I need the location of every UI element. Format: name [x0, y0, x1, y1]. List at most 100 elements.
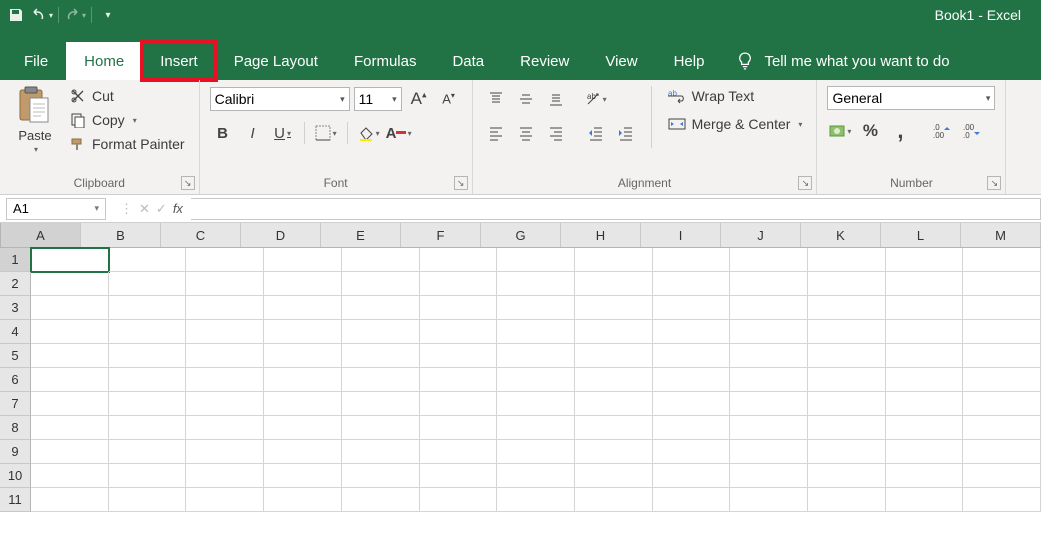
tab-formulas[interactable]: Formulas — [336, 42, 435, 80]
row-header[interactable]: 3 — [0, 296, 31, 320]
cell[interactable] — [264, 440, 342, 464]
font-color-button[interactable]: A ▾ — [386, 120, 412, 146]
cell[interactable] — [575, 344, 653, 368]
tab-insert[interactable]: Insert — [142, 42, 216, 80]
cell[interactable] — [497, 272, 575, 296]
cell[interactable] — [730, 248, 808, 272]
cell[interactable] — [31, 368, 109, 392]
number-format-combo[interactable]: General ▾ — [827, 86, 995, 110]
cell[interactable] — [420, 464, 498, 488]
cell[interactable] — [886, 440, 964, 464]
align-bottom-button[interactable] — [543, 86, 569, 112]
cell[interactable] — [497, 440, 575, 464]
cell[interactable] — [109, 272, 187, 296]
tab-page-layout[interactable]: Page Layout — [216, 42, 336, 80]
column-header[interactable]: J — [721, 223, 801, 247]
cell[interactable] — [653, 296, 731, 320]
cell[interactable] — [31, 248, 109, 272]
align-top-button[interactable] — [483, 86, 509, 112]
row-header[interactable]: 2 — [0, 272, 31, 296]
cell[interactable] — [575, 488, 653, 512]
cell[interactable] — [497, 296, 575, 320]
cell[interactable] — [186, 416, 264, 440]
orientation-button[interactable]: ab▾ — [583, 86, 609, 112]
name-box[interactable]: A1 ▾ — [6, 198, 106, 220]
cell[interactable] — [730, 320, 808, 344]
comma-button[interactable]: , — [887, 118, 913, 144]
cell[interactable] — [186, 248, 264, 272]
align-center-button[interactable] — [513, 120, 539, 146]
borders-button[interactable]: ▾ — [313, 120, 339, 146]
column-header[interactable]: M — [961, 223, 1041, 247]
percent-button[interactable]: % — [857, 118, 883, 144]
save-button[interactable] — [4, 3, 28, 27]
enter-icon[interactable]: ✓ — [156, 201, 167, 217]
cell[interactable] — [575, 416, 653, 440]
row-header[interactable]: 6 — [0, 368, 31, 392]
row-header[interactable]: 4 — [0, 320, 31, 344]
cell[interactable] — [963, 272, 1041, 296]
select-all-corner[interactable] — [0, 223, 1, 247]
tab-home[interactable]: Home — [66, 42, 142, 80]
row-header[interactable]: 1 — [0, 248, 31, 272]
cell[interactable] — [109, 464, 187, 488]
cell[interactable] — [886, 368, 964, 392]
column-header[interactable]: A — [1, 223, 81, 247]
cell[interactable] — [653, 272, 731, 296]
cell[interactable] — [653, 344, 731, 368]
cell[interactable] — [342, 272, 420, 296]
cell[interactable] — [186, 464, 264, 488]
cell[interactable] — [886, 344, 964, 368]
cell[interactable] — [264, 296, 342, 320]
cell[interactable] — [575, 320, 653, 344]
cell[interactable] — [420, 416, 498, 440]
merge-center-button[interactable]: Merge & Center ▾ — [664, 114, 807, 134]
cell[interactable] — [264, 320, 342, 344]
cell[interactable] — [886, 248, 964, 272]
cell[interactable] — [808, 272, 886, 296]
cell[interactable] — [497, 488, 575, 512]
column-header[interactable]: G — [481, 223, 561, 247]
cell[interactable] — [497, 344, 575, 368]
cell[interactable] — [109, 488, 187, 512]
format-painter-button[interactable]: Format Painter — [66, 134, 189, 154]
cell[interactable] — [109, 392, 187, 416]
cell[interactable] — [963, 248, 1041, 272]
accounting-format-button[interactable]: ▾ — [827, 118, 853, 144]
increase-indent-button[interactable] — [613, 120, 639, 146]
cell[interactable] — [31, 488, 109, 512]
cell[interactable] — [342, 440, 420, 464]
cell[interactable] — [575, 464, 653, 488]
italic-button[interactable]: I — [240, 120, 266, 146]
row-header[interactable]: 7 — [0, 392, 31, 416]
row-header[interactable]: 11 — [0, 488, 31, 512]
column-header[interactable]: F — [401, 223, 481, 247]
cell[interactable] — [575, 248, 653, 272]
cell[interactable] — [186, 272, 264, 296]
underline-button[interactable]: U▾ — [270, 120, 296, 146]
cell[interactable] — [730, 296, 808, 320]
cell[interactable] — [886, 488, 964, 512]
decrease-font-button[interactable]: A▾ — [436, 86, 462, 112]
cell[interactable] — [109, 296, 187, 320]
cell[interactable] — [963, 440, 1041, 464]
cell[interactable] — [963, 296, 1041, 320]
cell[interactable] — [342, 248, 420, 272]
cell[interactable] — [31, 392, 109, 416]
cell[interactable] — [730, 416, 808, 440]
cell[interactable] — [31, 440, 109, 464]
cell[interactable] — [186, 296, 264, 320]
cell[interactable] — [420, 392, 498, 416]
cell[interactable] — [420, 440, 498, 464]
column-header[interactable]: L — [881, 223, 961, 247]
cell[interactable] — [497, 416, 575, 440]
decrease-indent-button[interactable] — [583, 120, 609, 146]
cell[interactable] — [808, 320, 886, 344]
cell[interactable] — [730, 488, 808, 512]
cell[interactable] — [186, 488, 264, 512]
copy-button[interactable]: Copy ▾ — [66, 110, 189, 130]
column-header[interactable]: D — [241, 223, 321, 247]
cell[interactable] — [264, 248, 342, 272]
cell[interactable] — [886, 464, 964, 488]
cell[interactable] — [264, 416, 342, 440]
